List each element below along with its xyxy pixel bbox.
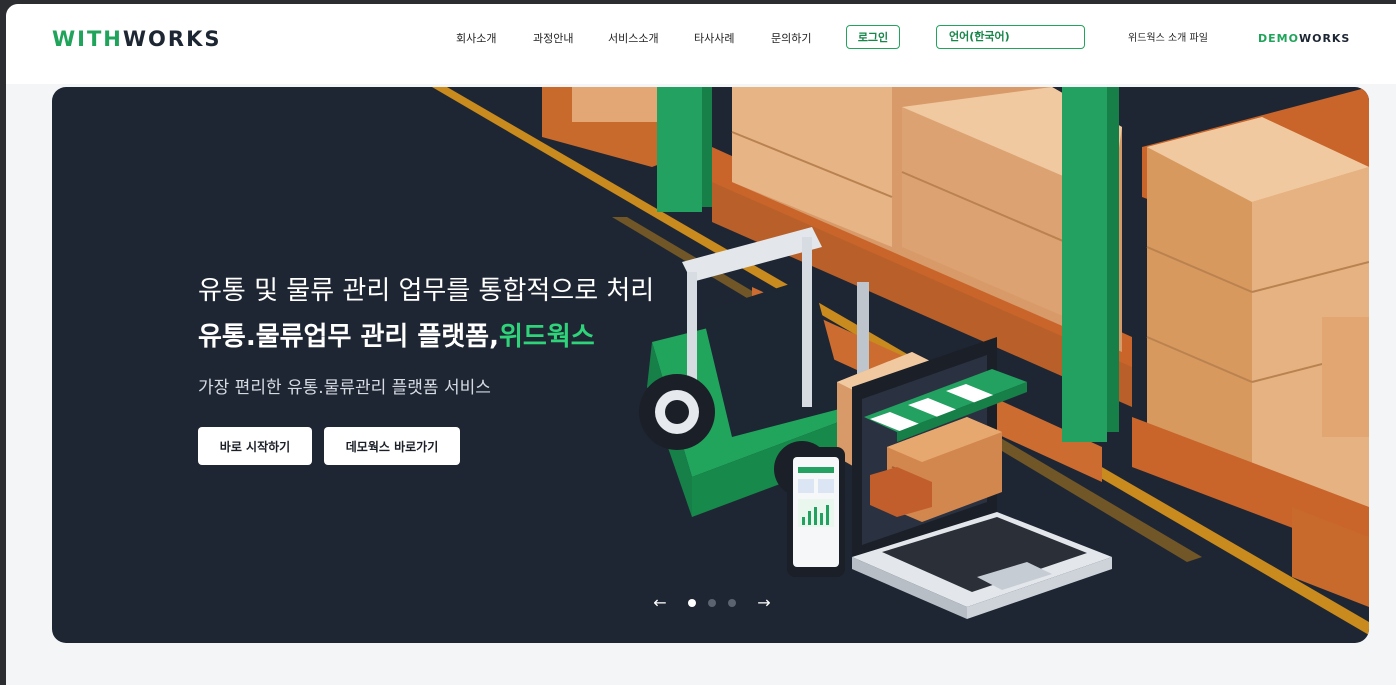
slider-controls: ← →: [652, 593, 772, 613]
nav-item-company[interactable]: 회사소개: [456, 26, 496, 52]
login-button[interactable]: 로그인: [846, 25, 900, 49]
demoworks-logo[interactable]: DEMOWORKS: [1258, 26, 1350, 52]
start-now-button[interactable]: 바로 시작하기: [198, 427, 312, 465]
hero-title: 유통.물류업무 관리 플랫폼,위드웍스: [198, 322, 595, 352]
slider-dot-1[interactable]: [688, 599, 696, 607]
nav-item-case-studies[interactable]: 타사사례: [694, 26, 734, 52]
arrow-left-icon[interactable]: ←: [652, 593, 668, 613]
browser-page: WITHWORKS 회사소개 과정안내 서비스소개 타사사례 문의하기 위드웍스…: [6, 4, 1396, 685]
slider-dot-3[interactable]: [728, 599, 736, 607]
language-select[interactable]: 언어(한국어): [936, 25, 1085, 49]
hero-headline: 유통 및 물류 관리 업무를 통합적으로 처리: [198, 276, 655, 306]
nav-item-courses[interactable]: 과정안내: [533, 26, 573, 52]
hero-subtitle: 가장 편리한 유통.물류관리 플랫폼 서비스: [198, 378, 491, 398]
withworks-logo[interactable]: WITHWORKS: [52, 26, 221, 52]
warehouse-forklift-illustration: [432, 87, 1369, 635]
arrow-right-icon[interactable]: →: [756, 593, 772, 613]
hero-title-accent: 위드웍스: [498, 322, 595, 352]
site-header: WITHWORKS 회사소개 과정안내 서비스소개 타사사례 문의하기 위드웍스…: [6, 4, 1396, 84]
intro-file-link[interactable]: 위드웍스 소개 파일: [1128, 26, 1208, 52]
nav-item-contact[interactable]: 문의하기: [771, 26, 811, 52]
nav-item-services[interactable]: 서비스소개: [608, 26, 659, 52]
slider-dot-2[interactable]: [708, 599, 716, 607]
demoworks-button[interactable]: 데모웍스 바로가기: [324, 427, 460, 465]
hero-banner: 유통 및 물류 관리 업무를 통합적으로 처리 유통.물류업무 관리 플랫폼,위…: [52, 87, 1369, 643]
